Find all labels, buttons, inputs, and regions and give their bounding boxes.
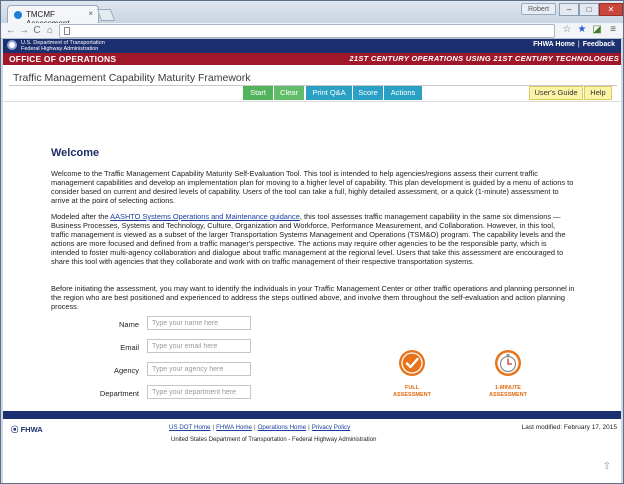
top-links: FHWA Home | Feedback: [533, 41, 615, 48]
full-assessment-label-line-2: ASSESSMENT: [393, 391, 431, 398]
bookmark-star-icon[interactable]: ☆: [561, 24, 573, 36]
fhwa-arrow-icon: ⦿: [11, 425, 19, 434]
home-icon[interactable]: ⌂: [44, 24, 56, 38]
extension-icon[interactable]: ◪: [591, 24, 603, 36]
aashto-guidance-link[interactable]: AASHTO Systems Operations and Maintenanc…: [110, 212, 300, 221]
ops-tagline: 21ST CENTURY OPERATIONS USING 21ST CENTU…: [349, 54, 619, 63]
start-button[interactable]: Start: [243, 86, 273, 100]
browser-toolbar: ← → C ⌂ ☆ ★ ◪ ≡: [1, 23, 623, 39]
footer-separator: |: [253, 424, 256, 431]
feedback-link[interactable]: Feedback: [583, 41, 615, 48]
quick-assessment-button[interactable]: 1-MINUTE ASSESSMENT: [478, 349, 538, 398]
browser-window: TMCMF Assessment × Robert – □ ✕ ← → C ⌂ …: [0, 0, 624, 484]
agency-input[interactable]: [147, 362, 251, 376]
welcome-heading: Welcome: [51, 147, 100, 159]
scroll-top-icon[interactable]: ⇧: [601, 461, 613, 473]
footer-links: US DOT Home | FHWA Home | Operations Home | Pr…: [169, 424, 350, 431]
dot-banner: U.S. Department of Transportation Federa…: [3, 39, 621, 53]
back-arrow-icon[interactable]: ←: [5, 24, 17, 38]
menu-icon[interactable]: ≡: [607, 24, 619, 36]
window-controls: – □ ✕: [559, 3, 623, 16]
fhwa-home-footer-link[interactable]: FHWA Home: [216, 424, 252, 431]
actions-button[interactable]: Actions: [384, 86, 422, 100]
full-assessment-button[interactable]: FULL ASSESSMENT: [382, 349, 442, 398]
link-separator: |: [577, 41, 580, 48]
clear-button[interactable]: Clear: [274, 86, 304, 100]
minimize-button[interactable]: –: [559, 3, 579, 16]
model-paragraph-lead: Modeled after the: [51, 212, 111, 221]
footer-separator: |: [308, 424, 310, 431]
help-button[interactable]: Help: [584, 86, 612, 100]
model-paragraph: Modeled after the AASHTO Systems Operati…: [51, 212, 575, 267]
fhwa-footer-logo: ⦿ FHWA: [11, 424, 43, 435]
tab-close-icon[interactable]: ×: [88, 9, 93, 18]
browser-tab[interactable]: TMCMF Assessment ×: [7, 5, 99, 28]
close-window-button[interactable]: ✕: [599, 3, 623, 16]
title-bar: TMCMF Assessment × Robert – □ ✕: [1, 1, 623, 28]
dot-logo-icon: [7, 40, 17, 50]
fhwa-logo-text: FHWA: [20, 425, 43, 434]
extension-star-icon[interactable]: ★: [576, 24, 588, 36]
users-guide-button[interactable]: User's Guide: [529, 86, 583, 100]
privacy-policy-link[interactable]: Privacy Policy: [312, 424, 351, 431]
content-divider: [3, 101, 621, 102]
quick-assessment-label-line-2: ASSESSMENT: [489, 391, 527, 398]
email-input[interactable]: [147, 339, 251, 353]
office-title[interactable]: OFFICE OF OPERATIONS: [9, 53, 116, 65]
department-credit: United States Department of Transportati…: [171, 437, 377, 443]
stopwatch-icon: [495, 350, 521, 376]
email-label: Email: [120, 343, 139, 352]
fhwa-home-link[interactable]: FHWA Home: [533, 41, 575, 48]
address-bar[interactable]: [59, 24, 555, 38]
name-label: Name: [118, 320, 139, 329]
maximize-button[interactable]: □: [579, 3, 599, 16]
print-qa-button[interactable]: Print Q&A: [306, 86, 352, 100]
office-banner: OFFICE OF OPERATIONS 21ST CENTURY OPERAT…: [3, 53, 621, 65]
new-tab-button[interactable]: [96, 9, 116, 21]
dot-line-2: Federal Highway Administration: [21, 46, 99, 52]
operations-home-link[interactable]: Operations Home: [258, 424, 307, 431]
footer-bar: [3, 411, 621, 419]
page-icon: [64, 26, 70, 35]
footer-separator: |: [212, 424, 215, 431]
web-page: U.S. Department of Transportation Federa…: [3, 39, 621, 483]
model-paragraph-body: , this tool assesses traffic management …: [51, 212, 566, 267]
agency-label: Agency: [113, 366, 139, 375]
reload-icon[interactable]: C: [31, 24, 43, 38]
name-input[interactable]: [147, 316, 251, 330]
checkmark-icon: [399, 350, 425, 376]
last-modified: Last modified: February 17, 2015: [521, 424, 617, 431]
intro-paragraph: Welcome to the Traffic Management Capabi…: [51, 169, 574, 206]
before-paragraph: Before initiating the assessment, you ma…: [51, 284, 575, 312]
us-dot-home-link[interactable]: US DOT Home: [169, 424, 211, 431]
profile-button[interactable]: Robert: [521, 3, 557, 15]
department-input[interactable]: [147, 385, 251, 399]
dot-agency-name: U.S. Department of Transportation Federa…: [21, 40, 105, 52]
full-assessment-label: FULL ASSESSMENT: [382, 385, 442, 398]
department-label: Department: [99, 389, 139, 398]
quick-assessment-label: 1-MINUTE ASSESSMENT: [478, 385, 538, 398]
forward-arrow-icon[interactable]: →: [18, 24, 30, 38]
app-title: Traffic Management Capability Maturity F…: [13, 72, 251, 84]
score-button[interactable]: Score: [353, 86, 383, 100]
globe-icon: [14, 11, 22, 19]
